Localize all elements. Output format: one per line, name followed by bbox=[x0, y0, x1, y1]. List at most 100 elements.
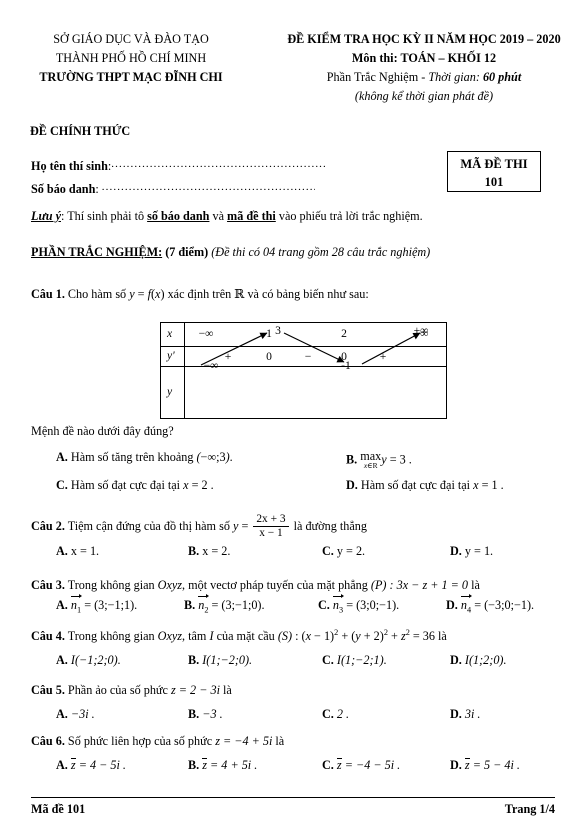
question-3-option-c[interactable]: C. n3 = (3;0;−1). bbox=[318, 593, 400, 615]
question-5-stem: Câu 5. Phần ảo của số phức z = 2 − 3i là bbox=[31, 683, 559, 698]
question-1-stem: Câu 1. Cho hàm số y = f(x) xác định trên… bbox=[31, 287, 369, 301]
option-a-letter: A. bbox=[56, 544, 68, 558]
option-d-letter: D. bbox=[346, 478, 358, 492]
exam-page: SỞ GIÁO DỤC VÀ ĐÀO TẠO THÀNH PHỐ HỒ CHÍ … bbox=[0, 0, 586, 840]
option-a-text: x = 1. bbox=[70, 544, 100, 558]
question-6-option-a[interactable]: A. z = 4 − 5i . bbox=[56, 758, 126, 773]
question-3-option-a[interactable]: A. n1 = (3;−1;1). bbox=[56, 593, 137, 614]
department-line-2: THÀNH PHỐ HỒ CHÍ MINH bbox=[55, 50, 207, 65]
question-1-text-c: và có bảng biến như sau: bbox=[244, 287, 369, 301]
question-4-stem: Câu 4. Trong không gian Oxyz, tâm I của … bbox=[31, 628, 447, 644]
candidate-name-label: Họ tên thí sinh bbox=[31, 159, 108, 173]
department-line-1: SỞ GIÁO DỤC VÀ ĐÀO TẠO bbox=[53, 32, 209, 46]
vector-n3-icon: n3 bbox=[332, 593, 345, 615]
fraction-numerator: 2x + 3 bbox=[256, 513, 286, 525]
question-1-option-c[interactable]: C. Hàm số đạt cực đại tại x = 2 . bbox=[56, 478, 214, 493]
question-2-option-d[interactable]: D. y = 1. bbox=[450, 544, 493, 559]
note-text-3: vào phiếu trả lời trắc nghiệm. bbox=[275, 209, 423, 223]
candidate-id-label: Số báo danh bbox=[31, 182, 96, 196]
question-1-option-d[interactable]: D. Hàm số đạt cực đại tại x = 1 . bbox=[346, 478, 504, 493]
exam-title-block: ĐỀ KIỂM TRA HỌC KỲ II NĂM HỌC 2019 – 202… bbox=[262, 30, 586, 106]
school-name: TRƯỜNG THPT MẠC ĐĨNH CHI bbox=[39, 69, 223, 84]
footer-page-number: Trang 1/4 bbox=[504, 802, 555, 816]
question-1-text-b: xác định trên bbox=[164, 287, 235, 301]
question-4-text-d: là bbox=[435, 629, 447, 644]
option-b-letter: B. bbox=[188, 544, 200, 558]
question-1-option-b[interactable]: B. max x∈R y = 3 . bbox=[346, 450, 412, 470]
vector-subscript: 2 bbox=[204, 605, 209, 615]
candidate-name-field[interactable]: Họ tên thí sinh:........................… bbox=[31, 158, 361, 174]
question-6-option-c[interactable]: C. z = −4 − 5i . bbox=[322, 758, 400, 773]
question-3-text-b: , một vectơ pháp tuyến của mặt phẳng bbox=[182, 578, 371, 592]
question-1-text-a: Cho hàm số bbox=[67, 287, 130, 301]
option-c-letter: C. bbox=[322, 758, 334, 772]
question-4-oxyz: Oxyz bbox=[157, 629, 183, 644]
footer-divider bbox=[31, 797, 555, 798]
option-c-text: = (3;0;−1). bbox=[343, 598, 400, 612]
option-b-text: x = 2. bbox=[202, 544, 231, 558]
section-title: PHẦN TRẮC NGHIỆM: bbox=[31, 245, 163, 259]
variation-y-pos-inf: +∞ bbox=[413, 324, 429, 337]
vector-n1-icon: n1 bbox=[70, 593, 83, 614]
question-4-option-d[interactable]: D. I(1;2;0). bbox=[450, 653, 507, 668]
candidate-id-field[interactable]: Số báo danh: ...........................… bbox=[31, 181, 361, 197]
option-b-text: = 4 + 5i . bbox=[206, 758, 258, 772]
note-emphasis-2: mã đề thi bbox=[227, 209, 276, 223]
question-4-text-a: Trong không gian bbox=[67, 629, 158, 644]
option-d-letter: D. bbox=[450, 758, 462, 772]
option-b-max-operator: max x∈R bbox=[360, 449, 382, 471]
note-emphasis-1: số báo danh bbox=[147, 209, 210, 223]
question-6-complex: z = −4 + 5i bbox=[215, 734, 273, 748]
note-text-2: và bbox=[209, 209, 228, 223]
option-c-text: y = 2. bbox=[336, 544, 366, 558]
question-2-option-c[interactable]: C. y = 2. bbox=[322, 544, 365, 559]
exam-time-label: Thời gian: bbox=[428, 69, 483, 84]
option-c-text: 2 . bbox=[336, 707, 350, 721]
question-4-option-a[interactable]: A. I(−1;2;0). bbox=[56, 653, 121, 668]
section-points: (7 điểm) bbox=[165, 245, 209, 259]
question-4-option-b[interactable]: B. I(1;−2;0). bbox=[188, 653, 252, 668]
section-detail: (Đề thi có 04 trang gồm 28 câu trắc nghi… bbox=[211, 245, 431, 259]
variation-table: x y' y −∞ 1 2 +∞ + 0 − 0 + −∞ 3 -1 +∞ bbox=[160, 322, 447, 419]
variation-label-x: x bbox=[167, 327, 173, 340]
question-5-text-a: Phần ảo của số phức bbox=[67, 683, 171, 697]
option-c-text: Hàm số đạt cực đại tại x = 2 . bbox=[70, 478, 214, 492]
question-5-option-b[interactable]: B. −3 . bbox=[188, 707, 223, 722]
vector-subscript: 3 bbox=[339, 605, 344, 615]
option-a-letter: A. bbox=[56, 450, 68, 464]
option-c-letter: C. bbox=[318, 598, 330, 612]
option-c-letter: C. bbox=[322, 707, 334, 721]
option-b-text: I(1;−2;0). bbox=[202, 653, 253, 667]
option-b-letter: B. bbox=[188, 758, 200, 772]
question-2-option-b[interactable]: B. x = 2. bbox=[188, 544, 230, 559]
question-4-number: Câu 4. bbox=[31, 629, 65, 644]
document-header: SỞ GIÁO DỤC VÀ ĐÀO TẠO THÀNH PHỐ HỒ CHÍ … bbox=[0, 30, 586, 106]
exam-time-value: 60 phút bbox=[482, 69, 522, 84]
question-5-number: Câu 5. bbox=[31, 683, 65, 697]
question-2-text-b: là đường thẳng bbox=[290, 518, 367, 533]
question-5-complex: z = 2 − 3i bbox=[171, 683, 220, 697]
option-a-letter: A. bbox=[56, 653, 68, 667]
question-1-prompt: Mệnh đề nào dưới đây đúng? bbox=[31, 424, 174, 438]
variation-y-3: 3 bbox=[275, 324, 281, 337]
question-3-option-b[interactable]: B. n2 = (3;−1;0). bbox=[184, 593, 265, 615]
question-6-number: Câu 6. bbox=[31, 734, 65, 748]
official-label: ĐỀ CHÍNH THỨC bbox=[30, 124, 131, 138]
option-a-text: = 4 − 5i . bbox=[75, 758, 126, 772]
question-2-stem: Câu 2. Tiệm cận đứng của đồ thị hàm số y… bbox=[31, 513, 367, 539]
variation-row-y bbox=[161, 367, 446, 418]
option-c-text: I(1;−2;1). bbox=[336, 653, 387, 667]
note-text-1: Thí sinh phải tô bbox=[67, 209, 148, 223]
option-d-text: y = 1. bbox=[464, 544, 494, 558]
question-1-option-a[interactable]: A. Hàm số tăng trên khoảng (−∞;3). bbox=[56, 450, 233, 465]
question-3-option-d[interactable]: D. n4 = (−3;0;−1). bbox=[446, 593, 534, 614]
question-5-option-a[interactable]: A. −3i . bbox=[56, 707, 95, 722]
question-4-option-c[interactable]: C. I(1;−2;1). bbox=[322, 653, 387, 668]
exam-subject: Môn thi: TOÁN – KHỐI 12 bbox=[351, 50, 497, 65]
question-6-option-d[interactable]: D. z = 5 − 4i . bbox=[450, 758, 520, 773]
question-6-option-b[interactable]: B. z = 4 + 5i . bbox=[188, 758, 257, 773]
question-5-option-c[interactable]: C. 2 . bbox=[322, 707, 349, 722]
question-5-option-d[interactable]: D. 3i . bbox=[450, 707, 480, 722]
question-2-option-a[interactable]: A. x = 1. bbox=[56, 544, 99, 559]
option-d-text: I(1;2;0). bbox=[464, 653, 507, 667]
